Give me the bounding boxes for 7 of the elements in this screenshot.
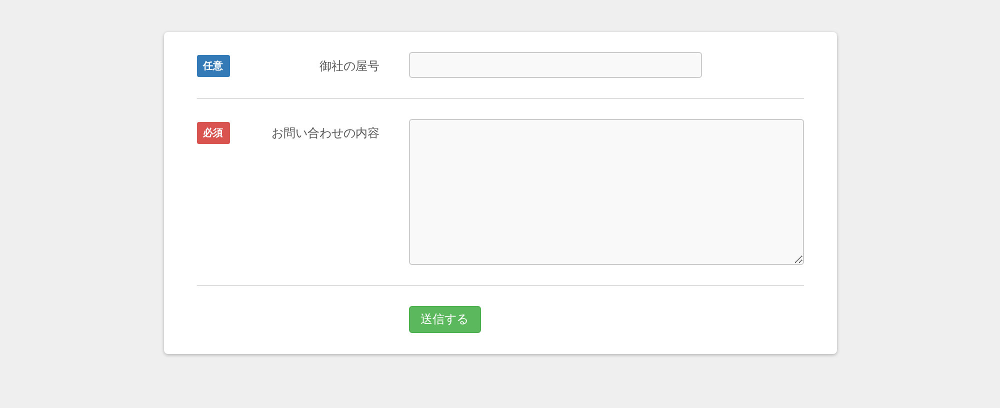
badge: 任意 <box>196 55 230 77</box>
text-input-field[interactable] <box>408 52 702 78</box>
field-label: 御社の屋号 <box>318 58 380 75</box>
submit-button[interactable]: 送信する <box>408 306 480 333</box>
textarea-field[interactable] <box>408 119 804 265</box>
badge: 必須 <box>196 122 230 144</box>
field-label: お問い合わせの内容 <box>270 125 380 142</box>
